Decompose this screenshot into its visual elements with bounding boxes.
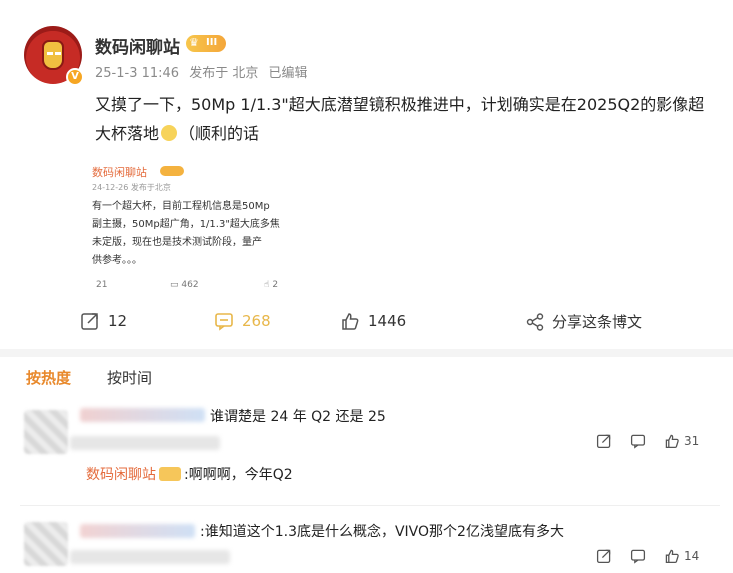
comment-reply-button[interactable] bbox=[630, 433, 646, 449]
quoted-body: 有一个超大杯，目前工程机信息是50Mp 副主摄，50Mp超广角，1/1.3"超大… bbox=[92, 198, 292, 270]
emoji-icon bbox=[161, 125, 178, 141]
comment-like-count: 31 bbox=[684, 434, 700, 448]
like-count: 1446 bbox=[368, 312, 407, 330]
comment-text: 谁谓楚是 24 年 Q2 还是 25 bbox=[210, 409, 386, 425]
reply-text: :啊啊啊，今年Q2 bbox=[184, 467, 293, 483]
repost-icon bbox=[596, 434, 611, 449]
comment-icon bbox=[215, 313, 233, 331]
comment-like-count: 14 bbox=[684, 549, 700, 563]
comment-icon bbox=[630, 549, 646, 564]
post-timestamp[interactable]: 25-1-3 11:46 bbox=[95, 66, 179, 81]
post-edited[interactable]: 已编辑 bbox=[268, 66, 307, 81]
comment-repost-button[interactable] bbox=[596, 548, 612, 564]
quoted-vip-badge bbox=[160, 166, 184, 176]
like-icon bbox=[665, 434, 679, 449]
repost-icon bbox=[596, 549, 611, 564]
like-icon bbox=[665, 549, 679, 564]
comment-button[interactable]: 268 bbox=[214, 311, 271, 331]
share-label: 分享这条博文 bbox=[552, 313, 643, 331]
post-meta: 25-1-3 11:46 发布于 北京 已编辑 bbox=[95, 62, 314, 81]
comment-username-blurred[interactable] bbox=[80, 524, 195, 538]
quoted-likes: ☝ 2 bbox=[264, 280, 279, 290]
repost-icon bbox=[81, 313, 98, 330]
comment-icon bbox=[630, 434, 646, 449]
reply-line: 数码闲聊站 :啊啊啊，今年Q2 bbox=[86, 464, 293, 484]
comment-avatar[interactable] bbox=[24, 410, 68, 454]
comment-username-blurred[interactable] bbox=[80, 408, 205, 422]
tab-sort-hot[interactable]: 按热度 bbox=[26, 367, 71, 388]
comment-like-button[interactable]: 14 bbox=[664, 548, 699, 564]
repost-count: 12 bbox=[108, 312, 128, 330]
quoted-line: 副主摄，50Mp超广角，1/1.3"超大底多焦 bbox=[92, 219, 280, 230]
comment-meta-blurred bbox=[70, 436, 220, 450]
quoted-username: 数码闲聊站 bbox=[92, 166, 147, 179]
share-button[interactable]: 分享这条博文 bbox=[526, 311, 642, 332]
like-button[interactable]: 1446 bbox=[340, 311, 406, 331]
avatar[interactable]: V bbox=[24, 26, 84, 86]
post-source: 发布于 北京 bbox=[189, 66, 259, 81]
reply-vip-badge bbox=[159, 467, 181, 481]
quoted-line: 有一个超大杯，目前工程机信息是50Mp bbox=[92, 201, 270, 212]
post-text-tail: （顺利的话 bbox=[179, 124, 260, 143]
like-icon bbox=[342, 313, 359, 330]
quoted-reposts: 21 bbox=[96, 280, 108, 290]
comment-repost-button[interactable] bbox=[596, 433, 612, 449]
comment-actions: 14 bbox=[578, 548, 699, 564]
quoted-date: 24-12-26 发布于北京 bbox=[92, 183, 171, 192]
post-text: 又摸了一下，50Mp 1/1.3"超大底潜望镜积极推进中，计划确实是在2025Q… bbox=[95, 90, 710, 148]
post-username[interactable]: 数码闲聊站 bbox=[95, 33, 180, 58]
quoted-line: 供参考。。。 bbox=[92, 255, 142, 266]
vip-level: III bbox=[206, 37, 218, 48]
repost-button[interactable]: 12 bbox=[80, 311, 127, 331]
quoted-line: 未定版，现在也是技术测试阶段，量产 bbox=[92, 237, 262, 248]
quoted-post-image[interactable]: 数码闲聊站 24-12-26 发布于北京 有一个超大杯，目前工程机信息是50Mp… bbox=[92, 160, 292, 300]
section-divider bbox=[0, 349, 733, 357]
vip-badge[interactable]: ♛ III bbox=[186, 35, 226, 52]
crown-icon: ♛ bbox=[189, 36, 199, 49]
comment-text: :谁知道这个1.3底是什么概念，VIVO那个2亿浅望底有多大 bbox=[200, 524, 564, 540]
comment-actions: 31 bbox=[578, 433, 699, 449]
ironman-mask-icon bbox=[42, 40, 64, 70]
share-icon bbox=[526, 312, 544, 331]
reply-username[interactable]: 数码闲聊站 bbox=[86, 467, 156, 483]
comment-avatar[interactable] bbox=[24, 522, 68, 566]
comment-separator bbox=[20, 505, 720, 506]
quoted-comments: ▭ 462 bbox=[170, 280, 199, 290]
comment-like-button[interactable]: 31 bbox=[664, 433, 699, 449]
comment-meta-blurred bbox=[70, 550, 230, 564]
tab-sort-time[interactable]: 按时间 bbox=[107, 367, 152, 388]
verified-icon: V bbox=[66, 68, 84, 86]
comment-reply-button[interactable] bbox=[630, 548, 646, 564]
comment-count: 268 bbox=[242, 312, 271, 330]
